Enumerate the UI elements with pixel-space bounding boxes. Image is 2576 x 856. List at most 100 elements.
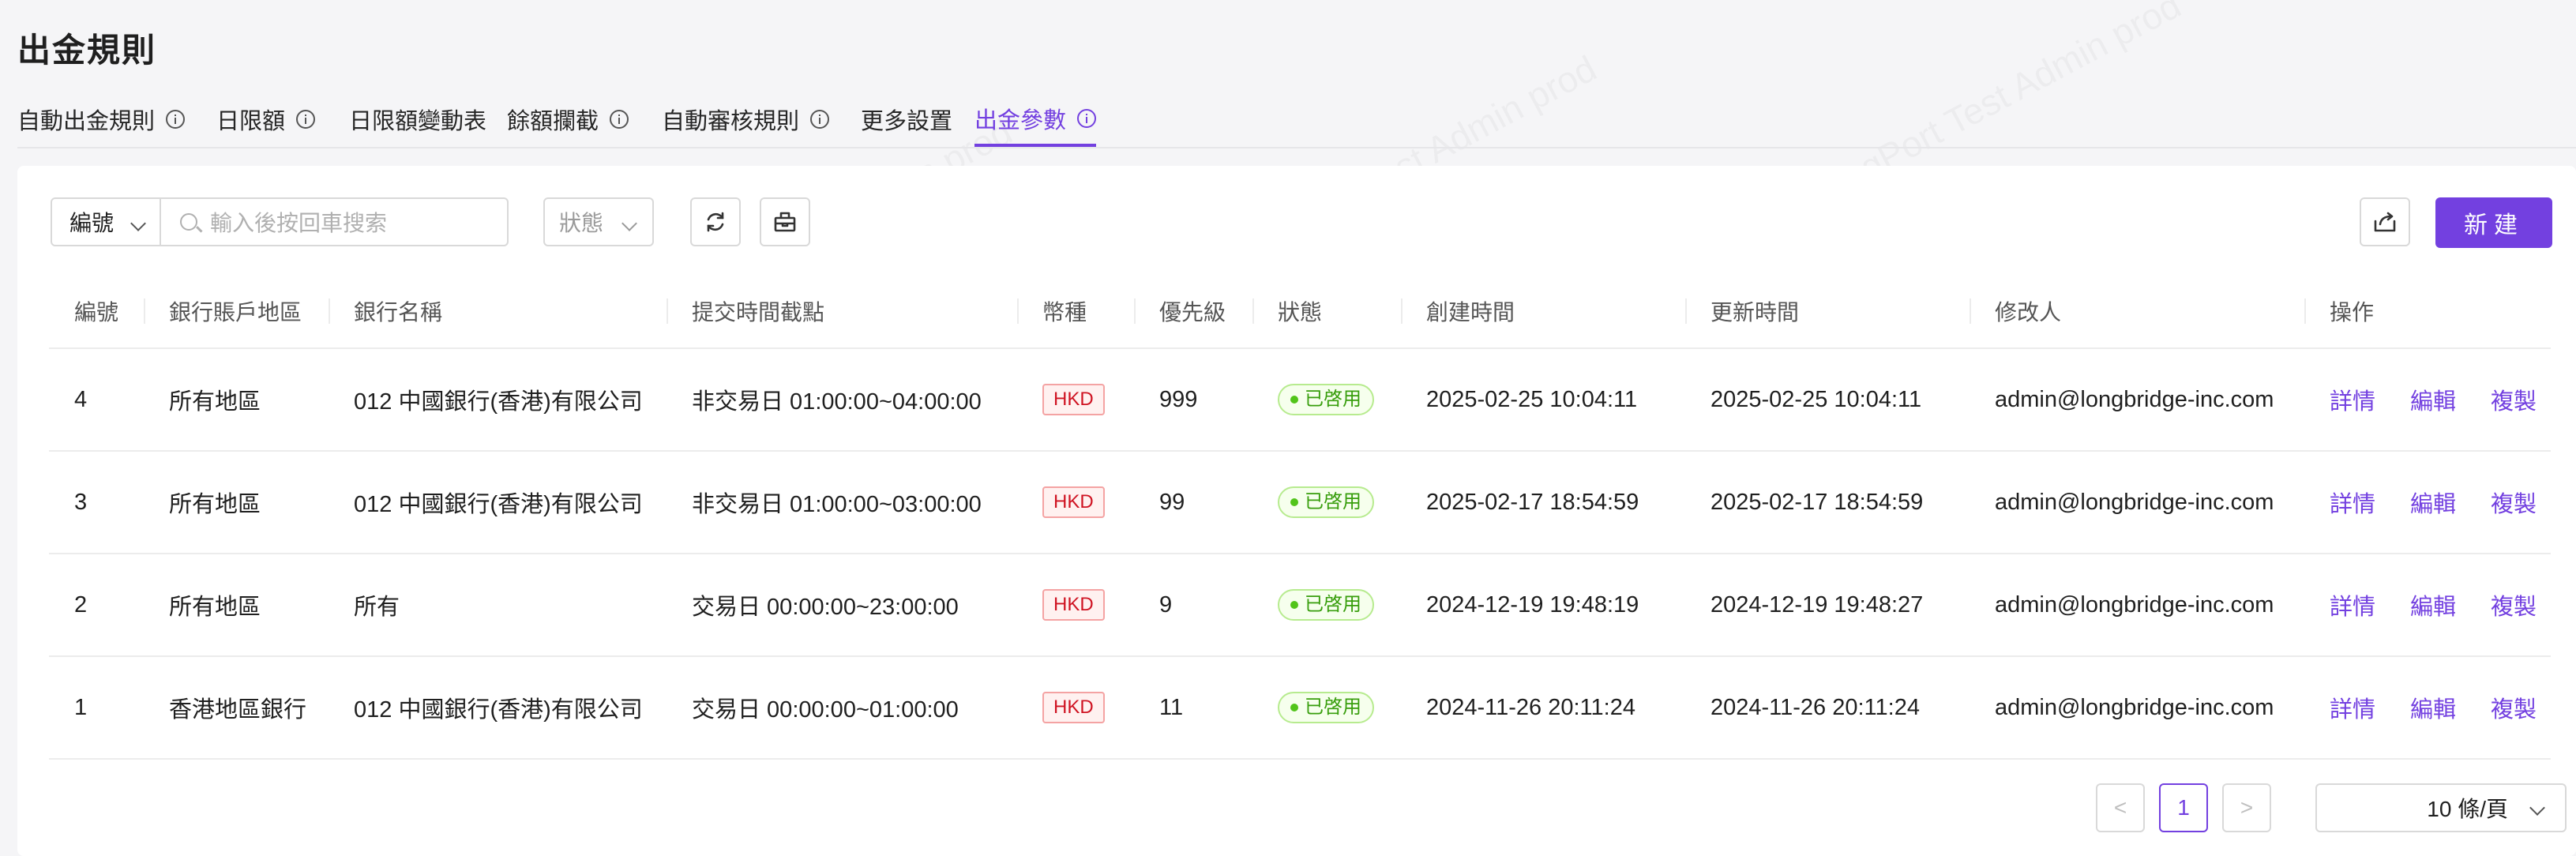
tab-more-settings[interactable]: 更多設置 <box>861 93 952 145</box>
cell-currency: HKD <box>1017 554 1134 657</box>
column-header: 狀態 <box>1252 275 1401 349</box>
tab-bar: 自動出金規則 日限額 日限額變動表 餘額攔截 自動審核規則 更多設置 出金參數 <box>17 93 2576 148</box>
details-link[interactable]: 詳情 <box>2330 697 2375 723</box>
column-header: 優先級 <box>1134 275 1252 349</box>
refresh-icon <box>707 212 724 232</box>
status-text: 已啓用 <box>1305 389 1361 410</box>
status-dot-icon <box>1290 396 1298 404</box>
content-card: 編號 狀態 新建 <box>17 166 2576 856</box>
cell-actions: 詳情 編輯 複製 <box>2304 451 2551 554</box>
info-icon[interactable] <box>1077 109 1097 128</box>
tab-balance-intercept[interactable]: 餘額攔截 <box>507 93 629 145</box>
cell-status: 已啓用 <box>1252 451 1401 554</box>
edit-link[interactable]: 編輯 <box>2410 389 2456 415</box>
next-page-button[interactable]: > <box>2222 783 2271 832</box>
details-link[interactable]: 詳情 <box>2330 389 2375 415</box>
tab-label: 日限額變動表 <box>349 109 487 134</box>
chevron-down-icon <box>621 216 637 231</box>
cell-bank: 012 中國銀行(香港)有限公司 <box>329 451 667 554</box>
cell-bank: 012 中國銀行(香港)有限公司 <box>329 348 667 452</box>
table-row: 4 所有地區 012 中國銀行(香港)有限公司 非交易日 01:00:00~04… <box>49 348 2551 452</box>
tab-label: 日限額 <box>216 109 286 134</box>
page-size-select[interactable]: 10 條/頁 <box>2315 783 2567 832</box>
column-header: 更新時間 <box>1685 275 1970 349</box>
info-icon[interactable] <box>610 110 629 129</box>
table-row: 1 香港地區銀行 012 中國銀行(香港)有限公司 交易日 00:00:00~0… <box>49 656 2551 760</box>
page-1-button[interactable]: 1 <box>2159 783 2208 832</box>
info-icon[interactable] <box>810 110 830 129</box>
cell-id: 1 <box>49 656 144 760</box>
cell-priority: 11 <box>1134 656 1252 760</box>
copy-link[interactable]: 複製 <box>2491 697 2537 723</box>
edit-link[interactable]: 編輯 <box>2410 697 2456 723</box>
currency-tag: HKD <box>1042 589 1105 621</box>
export-icon <box>2374 212 2396 232</box>
currency-tag: HKD <box>1042 692 1105 723</box>
cell-cutoff: 交易日 00:00:00~01:00:00 <box>667 656 1017 760</box>
copy-link[interactable]: 複製 <box>2491 492 2537 517</box>
currency-tag: HKD <box>1042 384 1105 415</box>
cell-currency: HKD <box>1017 348 1134 452</box>
page-title: 出金規則 <box>17 32 157 69</box>
cell-region: 所有地區 <box>144 554 329 657</box>
info-icon[interactable] <box>296 110 316 129</box>
cell-created: 2025-02-17 18:54:59 <box>1401 451 1685 554</box>
cell-cutoff: 交易日 00:00:00~23:00:00 <box>667 554 1017 657</box>
tab-withdrawal-params[interactable]: 出金參數 <box>974 93 1097 147</box>
search-icon <box>180 213 197 231</box>
cell-region: 所有地區 <box>144 451 329 554</box>
status-dot-icon <box>1290 498 1298 506</box>
column-header: 銀行賬戶地區 <box>144 275 329 349</box>
tab-label: 更多設置 <box>861 109 953 134</box>
export-button[interactable] <box>2360 197 2410 246</box>
cell-currency: HKD <box>1017 451 1134 554</box>
new-button[interactable]: 新建 <box>2435 197 2552 248</box>
cell-status: 已啓用 <box>1252 554 1401 657</box>
cell-id: 3 <box>49 451 144 554</box>
cell-actions: 詳情 編輯 複製 <box>2304 554 2551 657</box>
tab-daily-limit[interactable]: 日限額 <box>216 93 316 145</box>
info-icon[interactable] <box>166 110 186 129</box>
tab-auto-review-rules[interactable]: 自動審核規則 <box>662 93 830 145</box>
clear-basket-icon <box>774 212 796 232</box>
details-link[interactable]: 詳情 <box>2330 595 2375 620</box>
cell-actions: 詳情 編輯 複製 <box>2304 348 2551 452</box>
search-input[interactable] <box>208 207 496 240</box>
cell-bank: 012 中國銀行(香港)有限公司 <box>329 656 667 760</box>
copy-link[interactable]: 複製 <box>2491 389 2537 415</box>
search-field-select[interactable]: 編號 <box>51 197 161 246</box>
status-text: 已啓用 <box>1305 594 1361 615</box>
column-header: 提交時間截點 <box>667 275 1017 349</box>
cell-region: 香港地區銀行 <box>144 656 329 760</box>
tab-label: 自動審核規則 <box>662 109 800 134</box>
cell-actions: 詳情 編輯 複製 <box>2304 656 2551 760</box>
status-dot-icon <box>1290 601 1298 609</box>
status-text: 已啓用 <box>1305 696 1361 718</box>
copy-link[interactable]: 複製 <box>2491 595 2537 620</box>
status-badge: 已啓用 <box>1278 384 1374 415</box>
rules-table: 編號 銀行賬戶地區 銀行名稱 提交時間截點 幣種 優先級 狀態 創建時間 更新時… <box>49 275 2551 760</box>
cell-priority: 99 <box>1134 451 1252 554</box>
toolbar: 編號 狀態 新建 <box>51 197 2552 248</box>
tab-auto-withdrawal-rules[interactable]: 自動出金規則 <box>17 93 186 145</box>
edit-link[interactable]: 編輯 <box>2410 492 2456 517</box>
column-header: 創建時間 <box>1401 275 1685 349</box>
cell-cutoff: 非交易日 01:00:00~03:00:00 <box>667 451 1017 554</box>
status-badge: 已啓用 <box>1278 486 1374 518</box>
cell-updated: 2025-02-17 18:54:59 <box>1685 451 1970 554</box>
search-box <box>160 197 509 246</box>
prev-page-button[interactable]: < <box>2096 783 2145 832</box>
clear-button[interactable] <box>760 197 810 246</box>
cell-created: 2025-02-25 10:04:11 <box>1401 348 1685 452</box>
cell-priority: 9 <box>1134 554 1252 657</box>
status-select[interactable]: 狀態 <box>543 197 654 246</box>
details-link[interactable]: 詳情 <box>2330 492 2375 517</box>
status-text: 已啓用 <box>1305 491 1361 512</box>
tab-daily-limit-changes[interactable]: 日限額變動表 <box>349 93 486 145</box>
table-row: 2 所有地區 所有 交易日 00:00:00~23:00:00 HKD 9 已啓… <box>49 554 2551 657</box>
cell-modifier: admin@longbridge-inc.com <box>1970 348 2304 452</box>
edit-link[interactable]: 編輯 <box>2410 595 2456 620</box>
column-header: 銀行名稱 <box>329 275 667 349</box>
column-header: 操作 <box>2304 275 2551 349</box>
refresh-button[interactable] <box>690 197 741 246</box>
